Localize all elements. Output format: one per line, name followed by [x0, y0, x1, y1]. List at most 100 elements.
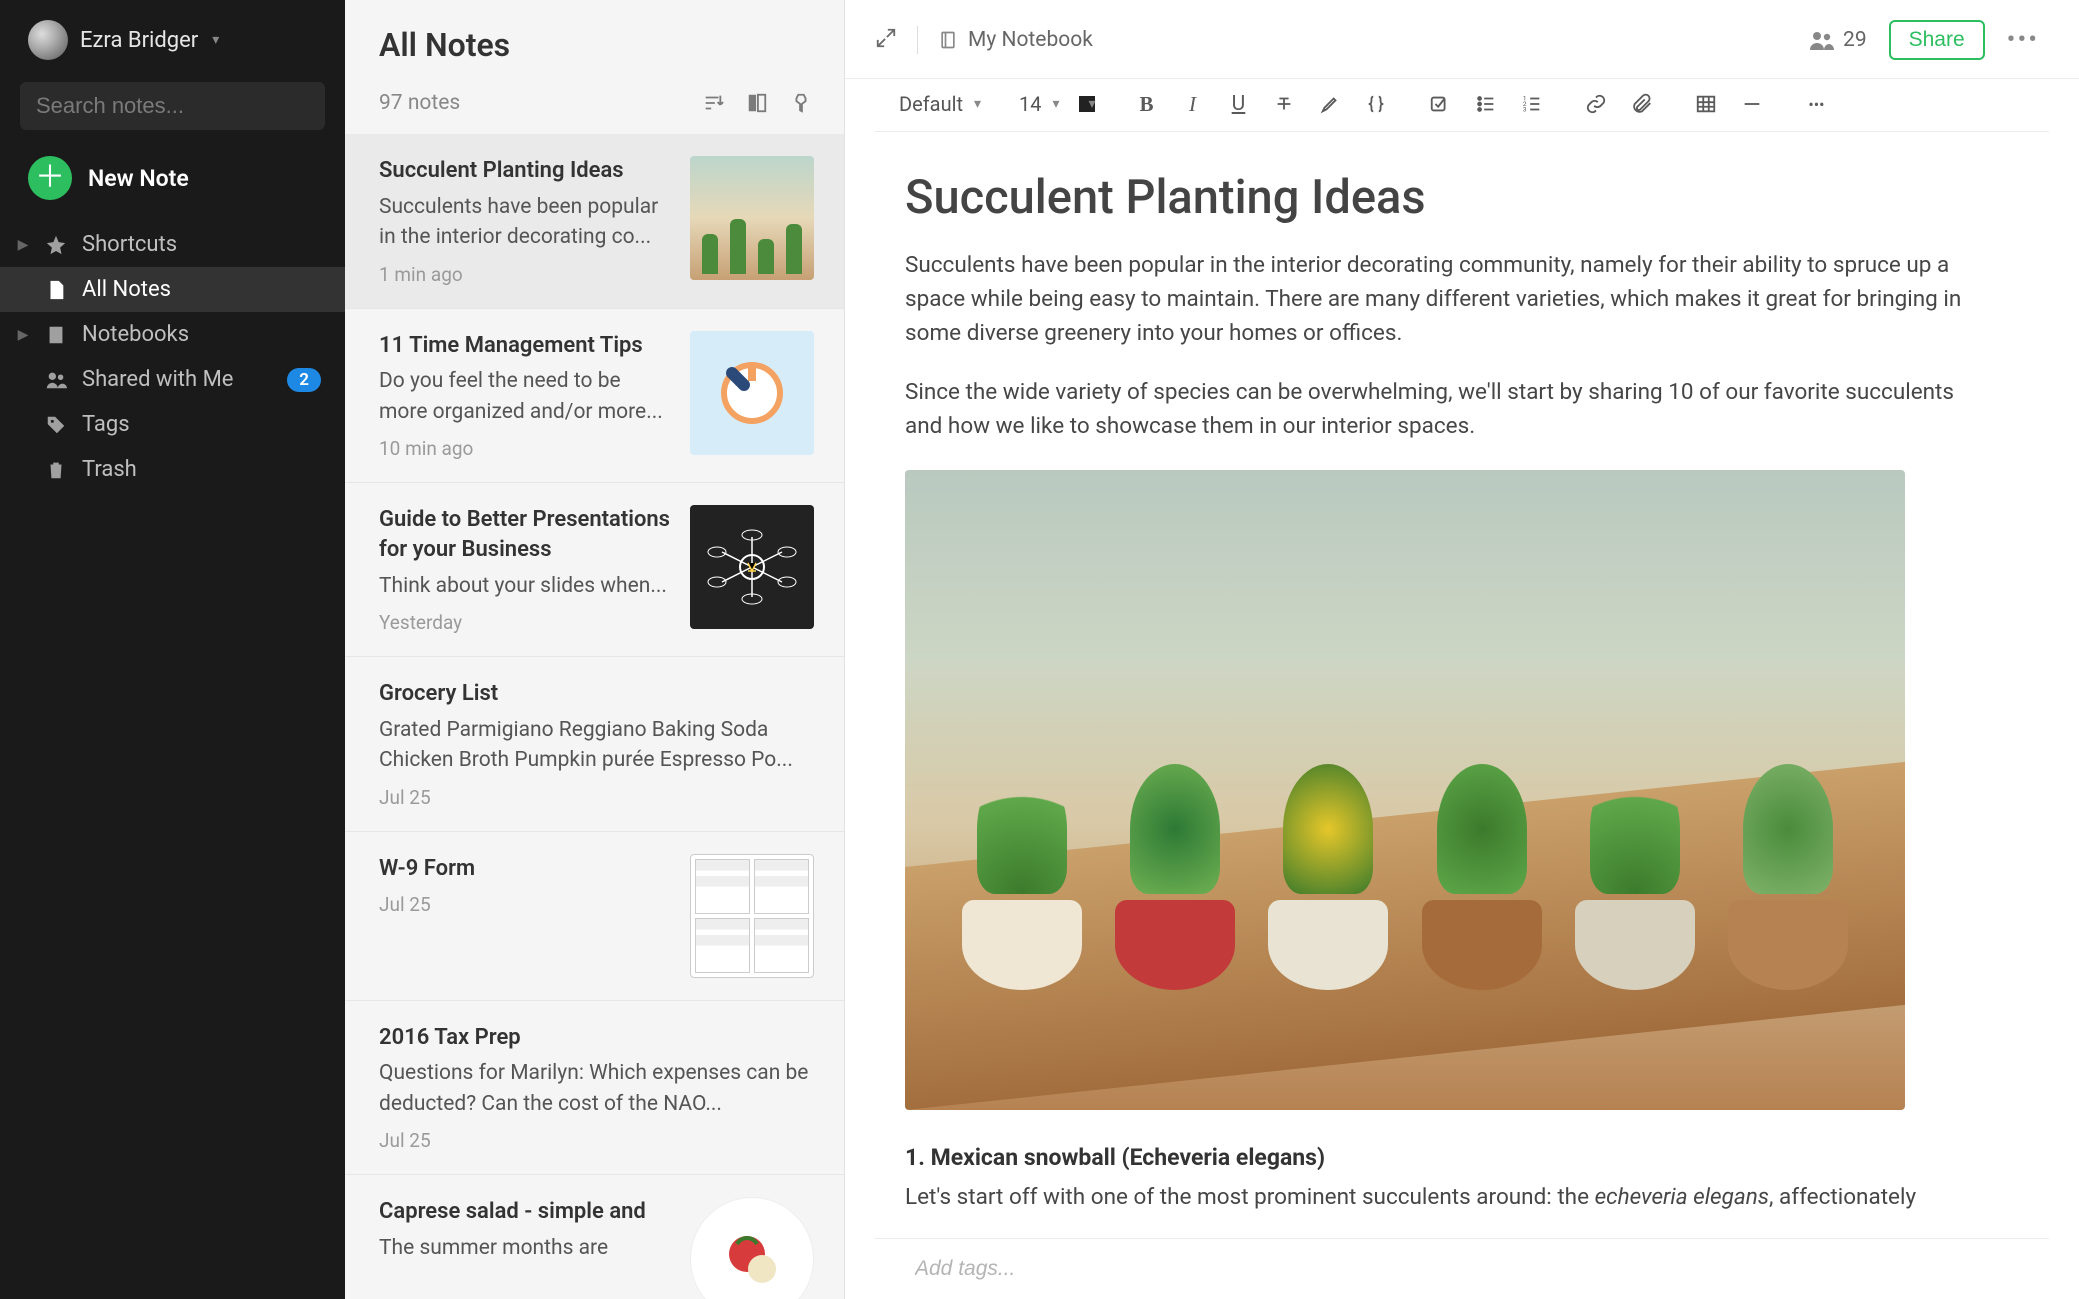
strikethrough-button[interactable] [1271, 91, 1297, 117]
note-title: 2016 Tax Prep [379, 1023, 814, 1053]
tag-icon [44, 413, 68, 437]
numbered-list-button[interactable]: 123 [1519, 91, 1545, 117]
filter-icon[interactable] [788, 90, 814, 116]
bold-button[interactable]: B [1133, 91, 1159, 117]
note-thumbnail [690, 505, 814, 629]
note-snippet: The summer months are [379, 1233, 670, 1263]
doc-heading[interactable]: 1. Mexican snowball (Echeveria elegans) [905, 1144, 1989, 1171]
note-thumbnail [690, 854, 814, 978]
note-title: Grocery List [379, 679, 814, 709]
plus-icon: ＋ [28, 156, 72, 200]
note-item[interactable]: Guide to Better Presentations for your B… [345, 483, 844, 657]
font-family-select[interactable]: Default [899, 92, 981, 116]
checklist-button[interactable] [1427, 91, 1453, 117]
new-note-label: New Note [88, 165, 189, 192]
nav-all-notes[interactable]: ▶ All Notes [0, 267, 345, 312]
share-button[interactable]: Share [1889, 20, 1985, 60]
doc-paragraph[interactable]: Let's start off with one of the most pro… [905, 1181, 1989, 1215]
note-title: W-9 Form [379, 854, 670, 884]
note-thumbnail [690, 1197, 814, 1299]
note-list[interactable]: Succulent Planting Ideas Succulents have… [345, 134, 844, 1299]
people-icon [44, 368, 68, 392]
nav-trash[interactable]: ▶ Trash [0, 447, 345, 492]
new-note-button[interactable]: ＋ New Note [0, 146, 345, 222]
note-item[interactable]: W-9 Form Jul 25 [345, 832, 844, 1001]
note-item[interactable]: Succulent Planting Ideas Succulents have… [345, 134, 844, 309]
sidebar: Ezra Bridger ▾ ＋ New Note ▶ Shortcuts ▶ … [0, 0, 345, 1299]
doc-title[interactable]: Succulent Planting Ideas [905, 170, 1989, 225]
note-time: Jul 25 [379, 893, 670, 916]
doc-paragraph[interactable]: Since the wide variety of species can be… [905, 376, 1989, 444]
bullet-list-button[interactable] [1473, 91, 1499, 117]
people-icon [1809, 29, 1835, 51]
note-snippet: Questions for Marilyn: Which expenses ca… [379, 1058, 814, 1119]
expand-icon[interactable] [875, 27, 897, 53]
italic-button[interactable]: I [1179, 91, 1205, 117]
note-time: Jul 25 [379, 1129, 814, 1152]
star-icon [44, 233, 68, 257]
sort-icon[interactable] [700, 90, 726, 116]
more-icon[interactable]: ••• [2007, 25, 2039, 55]
note-thumbnail [690, 156, 814, 280]
nav-label: Tags [82, 412, 130, 437]
nav-label: Shared with Me [82, 367, 233, 392]
tag-input[interactable] [915, 1257, 2009, 1281]
note-title: Succulent Planting Ideas [379, 156, 670, 186]
doc-paragraph[interactable]: Succulents have been popular in the inte… [905, 249, 1989, 350]
note-time: 1 min ago [379, 263, 670, 286]
editor-header: My Notebook 29 Share ••• [845, 0, 2079, 79]
underline-button[interactable]: U [1225, 91, 1251, 117]
notebook-name: My Notebook [968, 28, 1093, 52]
code-block-button[interactable] [1363, 91, 1389, 117]
nav-shortcuts[interactable]: ▶ Shortcuts [0, 222, 345, 267]
note-count: 97 notes [379, 91, 460, 115]
note-time: Yesterday [379, 611, 670, 634]
divider [917, 26, 918, 54]
view-toggle-icon[interactable] [744, 90, 770, 116]
note-snippet: Grated Parmigiano Reggiano Baking Soda C… [379, 715, 814, 776]
font-size-select[interactable]: 14 [1019, 92, 1059, 116]
note-title: Caprese salad - simple and [379, 1197, 670, 1227]
nav-label: Shortcuts [82, 232, 177, 257]
tag-row[interactable] [875, 1238, 2049, 1299]
share-count[interactable]: 29 [1809, 28, 1867, 52]
font-color-select[interactable] [1079, 96, 1095, 112]
user-name: Ezra Bridger [80, 28, 198, 53]
note-thumbnail [690, 331, 814, 455]
nav-tags[interactable]: ▶ Tags [0, 402, 345, 447]
avatar [28, 20, 68, 60]
note-time: 10 min ago [379, 437, 670, 460]
link-button[interactable] [1583, 91, 1609, 117]
divider-button[interactable] [1739, 91, 1765, 117]
note-item[interactable]: Grocery List Grated Parmigiano Reggiano … [345, 657, 844, 832]
search-input[interactable] [36, 93, 324, 119]
doc-image[interactable] [905, 470, 1905, 1110]
caret-right-icon: ▶ [16, 237, 30, 253]
trash-icon [44, 458, 68, 482]
notebook-selector[interactable]: My Notebook [938, 28, 1093, 52]
nav-notebooks[interactable]: ▶ Notebooks [0, 312, 345, 357]
note-icon [44, 278, 68, 302]
note-time: Jul 25 [379, 786, 814, 809]
highlight-button[interactable] [1317, 91, 1343, 117]
note-item[interactable]: 11 Time Management Tips Do you feel the … [345, 309, 844, 484]
note-title: 11 Time Management Tips [379, 331, 670, 361]
attachment-button[interactable] [1629, 91, 1655, 117]
caret-right-icon: ▶ [16, 327, 30, 343]
note-item[interactable]: 2016 Tax Prep Questions for Marilyn: Whi… [345, 1001, 844, 1176]
note-item[interactable]: Caprese salad - simple and The summer mo… [345, 1175, 844, 1299]
nav-label: Trash [82, 457, 137, 482]
table-button[interactable] [1693, 91, 1719, 117]
editor-body[interactable]: Succulent Planting Ideas Succulents have… [845, 132, 2079, 1238]
nav-list: ▶ Shortcuts ▶ All Notes ▶ Notebooks ▶ Sh… [0, 222, 345, 492]
editor-toolbar: Default 14 B I U 123 ••• [875, 79, 2049, 132]
note-snippet: Succulents have been popular in the inte… [379, 192, 670, 253]
nav-shared[interactable]: ▶ Shared with Me 2 [0, 357, 345, 402]
search-input-wrap[interactable] [20, 82, 325, 130]
more-formatting-icon[interactable]: ••• [1803, 91, 1829, 117]
nav-label: All Notes [82, 277, 171, 302]
user-menu[interactable]: Ezra Bridger ▾ [0, 14, 345, 76]
editor-panel: My Notebook 29 Share ••• Default 14 B I … [845, 0, 2079, 1299]
notebook-icon [938, 28, 958, 52]
note-list-panel: All Notes 97 notes Succulent Planting Id… [345, 0, 845, 1299]
